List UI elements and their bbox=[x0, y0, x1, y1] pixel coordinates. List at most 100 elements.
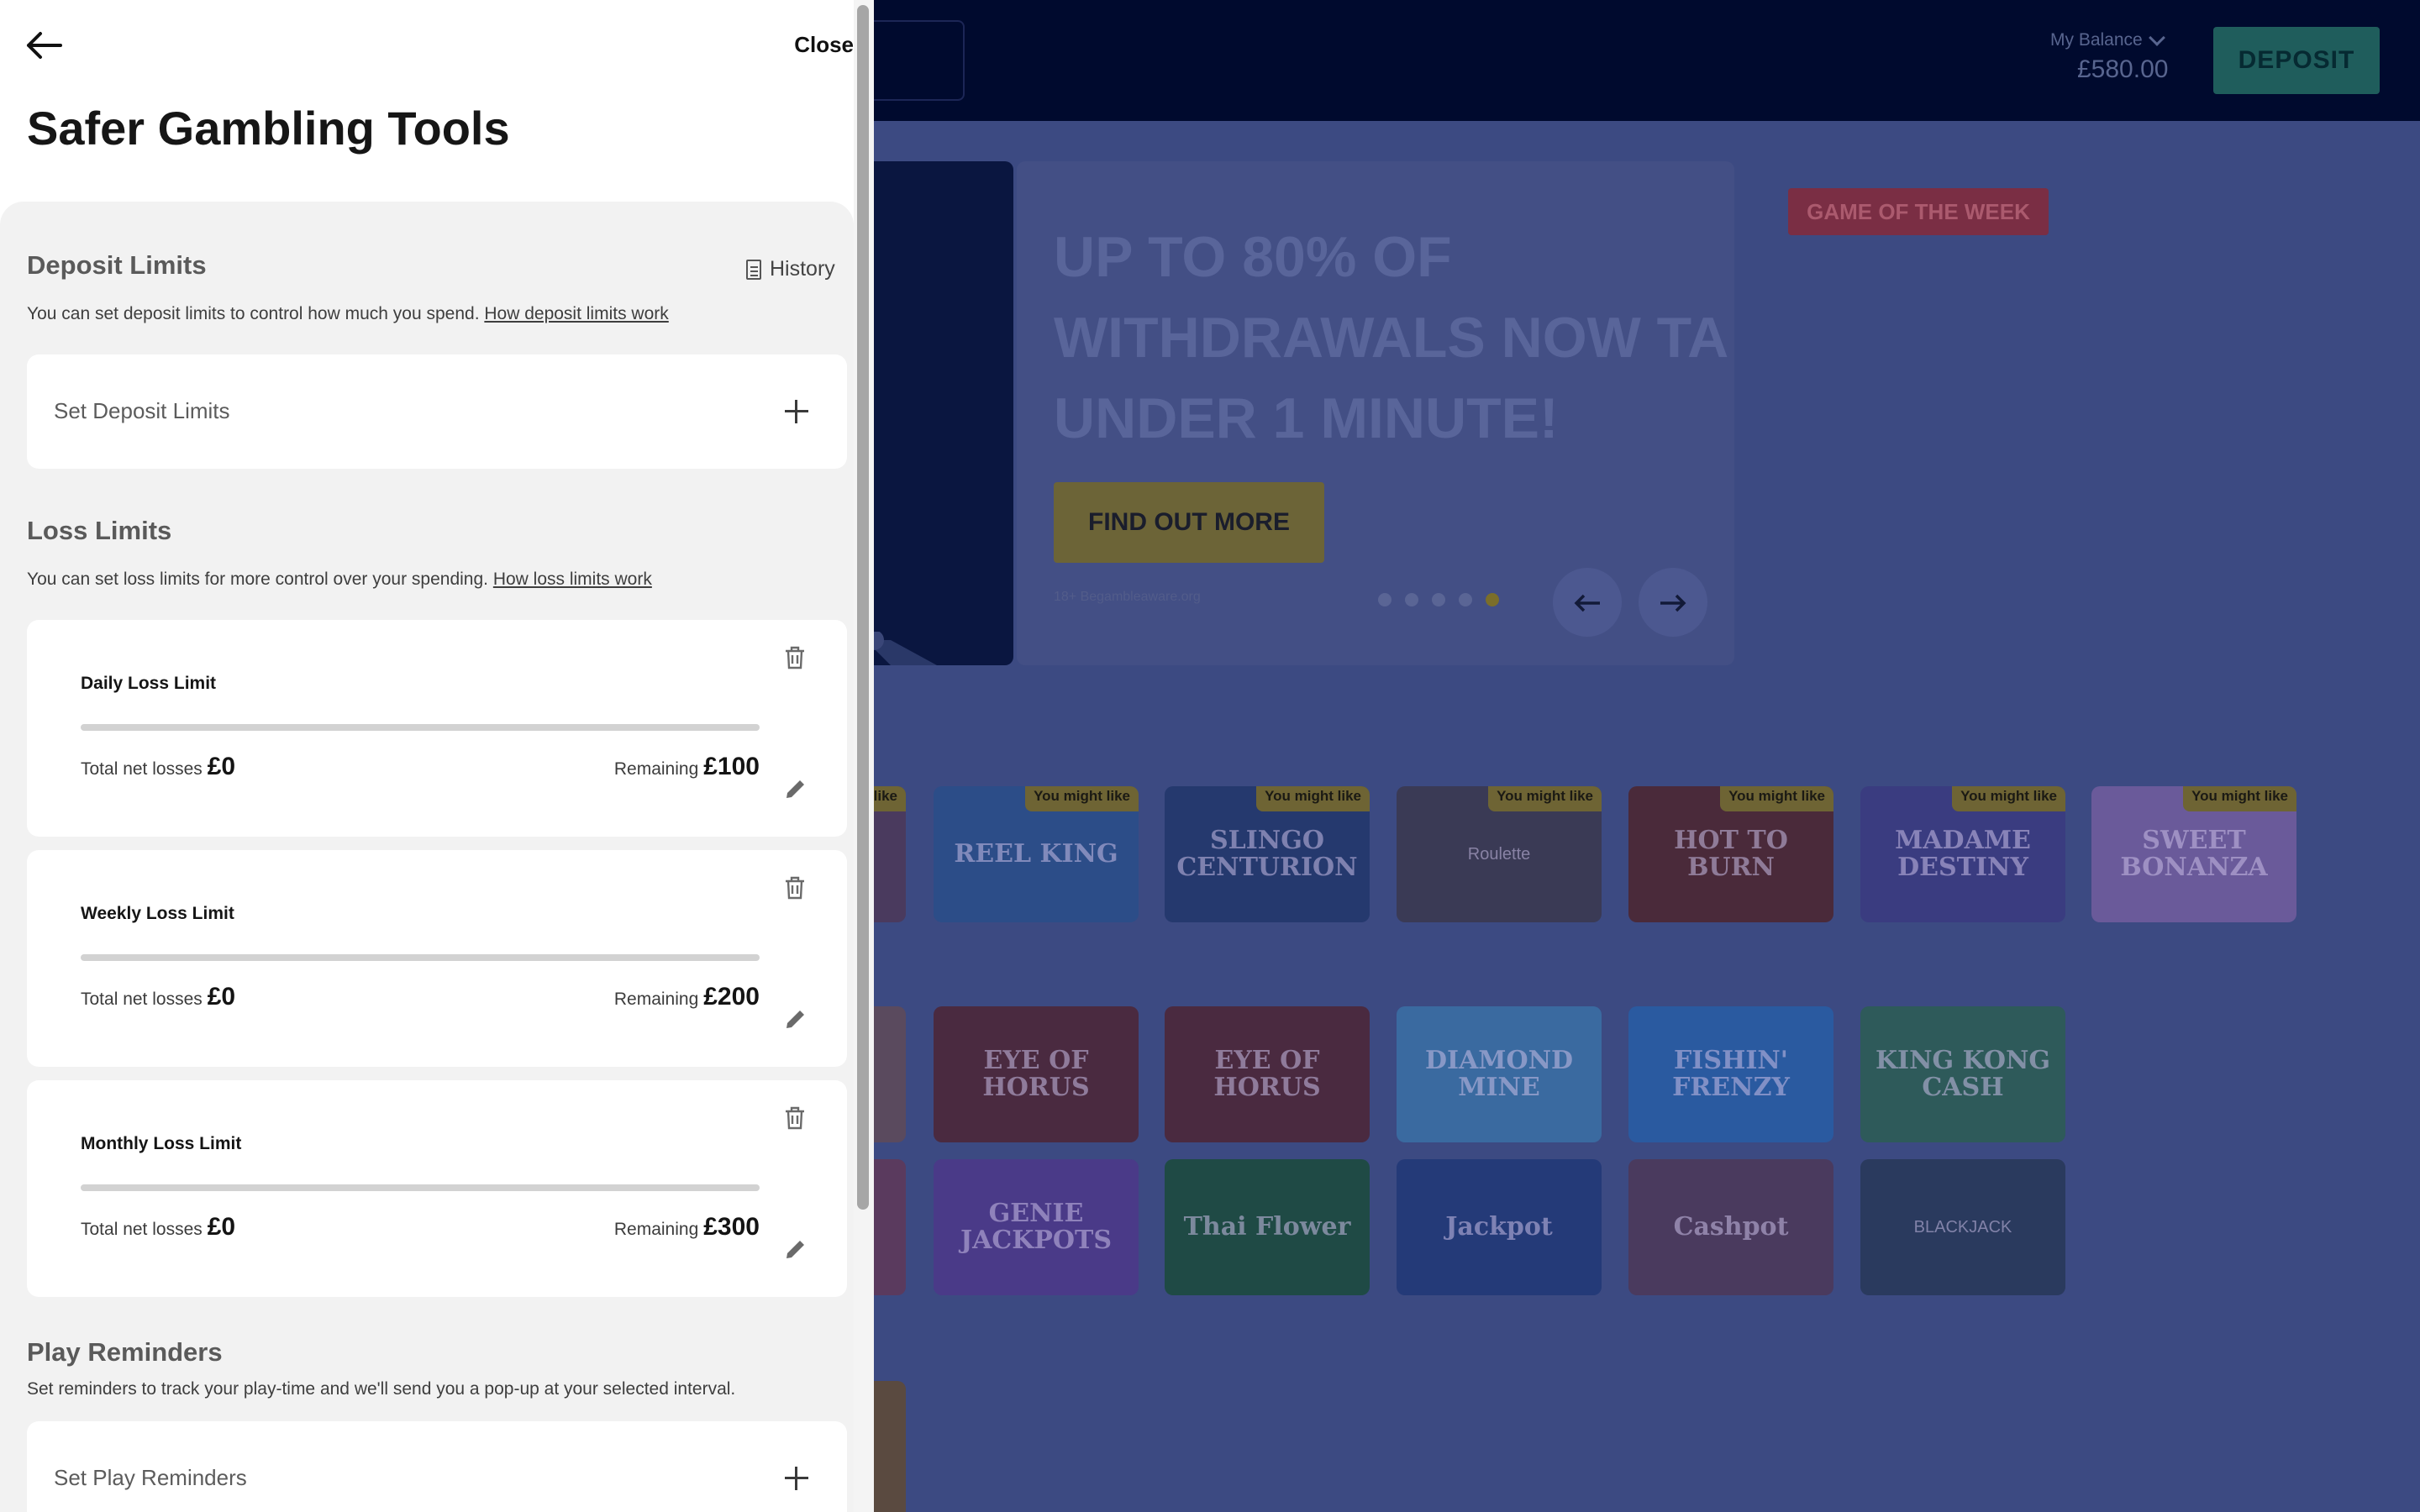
you-might-like-tag: You might like bbox=[1488, 786, 1602, 811]
set-play-reminders-card[interactable]: Set Play Reminders bbox=[27, 1421, 847, 1512]
remaining-value: £100 bbox=[703, 753, 760, 780]
limit-name: Monthly Loss Limit bbox=[81, 1134, 242, 1153]
total-net-losses: Total net losses £0 bbox=[81, 1213, 235, 1242]
document-icon bbox=[746, 259, 761, 280]
trash-icon[interactable] bbox=[783, 645, 807, 670]
game-tile[interactable]: EYE OF HORUS bbox=[1165, 1006, 1370, 1142]
total-net-losses: Total net losses £0 bbox=[81, 983, 235, 1011]
panel-header: Close Safer Gambling Tools bbox=[0, 0, 854, 202]
game-tile[interactable]: EYE OF HORUS bbox=[934, 1006, 1139, 1142]
remaining: Remaining £300 bbox=[614, 1213, 760, 1242]
play-reminders-description: Set reminders to track your play-time an… bbox=[27, 1379, 736, 1399]
how-deposit-limits-work-link[interactable]: How deposit limits work bbox=[484, 304, 668, 323]
game-tile[interactable]: FISHIN' FRENZY bbox=[1628, 1006, 1833, 1142]
game-tile[interactable]: Jackpot bbox=[1397, 1159, 1602, 1295]
limit-progress-bar bbox=[81, 1184, 760, 1191]
remaining: Remaining £200 bbox=[614, 983, 760, 1011]
total-net-losses-value: £0 bbox=[207, 983, 236, 1011]
loss-limits-description: You can set loss limits for more control… bbox=[27, 570, 652, 590]
game-title: DIAMOND MINE bbox=[1424, 1046, 1574, 1102]
remaining-value: £300 bbox=[703, 1213, 760, 1241]
loss-limits-text: You can set loss limits for more control… bbox=[27, 570, 488, 589]
game-title: KING KONG CASH bbox=[1875, 1046, 2051, 1102]
limit-name: Daily Loss Limit bbox=[81, 674, 217, 693]
remaining: Remaining £100 bbox=[614, 753, 760, 781]
game-title: Cashpot bbox=[1673, 1212, 1789, 1242]
game-tile[interactable]: Roulette You might like bbox=[1397, 786, 1602, 922]
how-loss-limits-work-link[interactable]: How loss limits work bbox=[493, 570, 652, 589]
scrollbar-thumb[interactable] bbox=[857, 5, 869, 1210]
carousel-dot[interactable] bbox=[1432, 593, 1445, 606]
trash-icon[interactable] bbox=[783, 875, 807, 900]
game-title: FISHIN' FRENZY bbox=[1672, 1046, 1790, 1102]
set-deposit-limits-card[interactable]: Set Deposit Limits bbox=[27, 354, 847, 469]
remaining-label: Remaining bbox=[613, 990, 699, 1009]
hero-banner[interactable]: UP TO 80% OF WITHDRAWALS NOW TA UNDER 1 … bbox=[1017, 161, 1734, 665]
game-tile[interactable]: Cashpot bbox=[1628, 1159, 1833, 1295]
deposit-limits-description: You can set deposit limits to control ho… bbox=[27, 304, 669, 324]
carousel-dot[interactable] bbox=[1459, 593, 1472, 606]
you-might-like-tag: You might like bbox=[2183, 786, 2296, 811]
total-net-losses-value: £0 bbox=[207, 753, 236, 780]
total-net-losses-label: Total net losses bbox=[81, 1220, 203, 1239]
game-tile[interactable]: SLINGO CENTURION You might like bbox=[1165, 786, 1370, 922]
limit-progress-bar bbox=[81, 724, 760, 731]
trash-icon[interactable] bbox=[783, 1105, 807, 1131]
play-reminders-title: Play Reminders bbox=[27, 1337, 223, 1367]
plus-icon[interactable] bbox=[785, 400, 808, 423]
daily-loss-limit-card: Daily Loss Limit Total net losses £0 Rema… bbox=[27, 620, 847, 837]
game-title: REEL KING bbox=[954, 839, 1118, 869]
panel-scrollbar[interactable] bbox=[854, 0, 874, 1512]
game-tile[interactable]: HOT TO BURN You might like bbox=[1628, 786, 1833, 922]
deposit-button[interactable]: DEPOSIT bbox=[2213, 27, 2380, 94]
total-net-losses: Total net losses £0 bbox=[81, 753, 235, 781]
limit-progress-bar bbox=[81, 954, 760, 961]
carousel-dot[interactable] bbox=[1405, 593, 1418, 606]
game-tile[interactable]: DIAMOND MINE bbox=[1397, 1006, 1602, 1142]
carousel-next-button[interactable] bbox=[1639, 568, 1707, 637]
game-title: HOT TO BURN bbox=[1674, 826, 1788, 882]
remaining-label: Remaining bbox=[613, 759, 699, 779]
back-button[interactable] bbox=[25, 30, 62, 60]
set-deposit-limits-label: Set Deposit Limits bbox=[54, 398, 230, 423]
close-button[interactable]: Close bbox=[794, 32, 854, 58]
game-tile[interactable]: REEL KING You might like bbox=[934, 786, 1139, 922]
arrow-right-icon bbox=[1660, 594, 1686, 612]
game-title: GENIE JACKPOTS bbox=[960, 1199, 1113, 1255]
game-title: Thai Flower bbox=[1183, 1212, 1351, 1242]
pencil-icon[interactable] bbox=[783, 1236, 808, 1262]
hero-headline-line: UP TO 80% OF bbox=[1054, 225, 1452, 289]
game-tile[interactable]: GENIE JACKPOTS bbox=[934, 1159, 1139, 1295]
balance-value: £580.00 bbox=[2077, 55, 2169, 83]
game-title: SWEET BONANZA bbox=[2120, 826, 2268, 882]
balance-label: My Balance bbox=[2050, 30, 2143, 50]
pencil-icon[interactable] bbox=[783, 776, 808, 801]
page-title: Safer Gambling Tools bbox=[27, 102, 510, 155]
game-tile[interactable]: KING KONG CASH bbox=[1860, 1006, 2065, 1142]
history-label: History bbox=[770, 257, 835, 281]
game-tile[interactable]: MADAME DESTINY You might like bbox=[1860, 786, 2065, 922]
find-out-more-button[interactable]: FIND OUT MORE bbox=[1054, 482, 1324, 563]
balance-dropdown[interactable]: My Balance £580.00 bbox=[2050, 29, 2169, 84]
carousel-dots bbox=[1378, 593, 1499, 606]
carousel-dot-active[interactable] bbox=[1486, 593, 1499, 606]
you-might-like-tag: You might like bbox=[1256, 786, 1370, 811]
game-tile[interactable]: BLACKJACK bbox=[1860, 1159, 2065, 1295]
game-title: SLINGO CENTURION bbox=[1176, 826, 1358, 882]
carousel-prev-button[interactable] bbox=[1553, 568, 1622, 637]
game-tile[interactable]: SWEET BONANZA You might like bbox=[2091, 786, 2296, 922]
game-title: EYE OF HORUS bbox=[982, 1046, 1090, 1102]
remaining-label: Remaining bbox=[613, 1220, 699, 1239]
panel-body: Deposit Limits History You can set depos… bbox=[0, 202, 854, 1512]
history-button[interactable]: History bbox=[746, 257, 835, 281]
set-play-reminders-label: Set Play Reminders bbox=[54, 1465, 247, 1490]
hero-headline: UP TO 80% OF WITHDRAWALS NOW TA UNDER 1 … bbox=[1054, 217, 1734, 459]
weekly-loss-limit-card: Weekly Loss Limit Total net losses £0 Rem… bbox=[27, 850, 847, 1067]
pencil-icon[interactable] bbox=[783, 1006, 808, 1032]
carousel-dot[interactable] bbox=[1378, 593, 1392, 606]
you-might-like-tag: You might like bbox=[1025, 786, 1139, 811]
hero-terms: 18+ Begambleaware.org bbox=[1054, 590, 1201, 604]
game-tile[interactable]: Thai Flower bbox=[1165, 1159, 1370, 1295]
you-might-like-tag: You might like bbox=[1720, 786, 1833, 811]
plus-icon[interactable] bbox=[785, 1467, 808, 1490]
